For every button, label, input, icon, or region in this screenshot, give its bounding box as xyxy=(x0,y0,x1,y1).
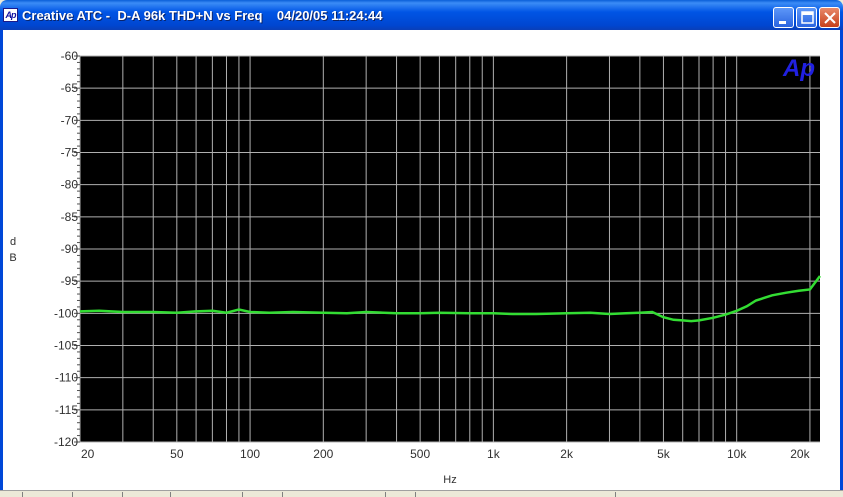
status-segment xyxy=(72,492,73,497)
x-axis-label: Hz xyxy=(443,474,456,486)
status-segment xyxy=(170,492,171,497)
y-tick-label: -80 xyxy=(61,178,79,192)
x-tick-label: 200 xyxy=(313,447,333,461)
y-axis-label-d: d xyxy=(10,236,16,248)
maximize-icon xyxy=(801,11,814,24)
ap-logo: Ap xyxy=(782,55,815,82)
close-icon xyxy=(824,12,836,24)
y-tick-label: -120 xyxy=(54,435,78,449)
x-tick-label: 10k xyxy=(727,447,747,461)
y-tick-label: -60 xyxy=(61,49,79,63)
app-icon[interactable]: Ap xyxy=(3,8,18,22)
y-tick-label: -115 xyxy=(55,403,78,417)
status-segment xyxy=(242,492,243,497)
status-segment xyxy=(122,492,123,497)
y-axis-label-b: B xyxy=(9,252,16,264)
thd-n-chart: -60 -65 -70 -75 -80 -85 -90 -95 -100 -105 -110 -115… xyxy=(9,49,822,486)
y-tick-labels: -60 -65 -70 -75 -80 -85 -90 -95 -100 -105 -110 -115… xyxy=(54,49,78,449)
y-tick-label: -70 xyxy=(61,113,79,127)
window-title: Creative ATC - D-A 96k THD+N vs Freq 04/… xyxy=(22,8,383,23)
y-tick-label: -95 xyxy=(61,274,79,288)
status-segment xyxy=(615,492,616,497)
plot-window: -60 -65 -70 -75 -80 -85 -90 -95 -100 -105 -110 -115… xyxy=(0,30,843,490)
close-button[interactable] xyxy=(819,7,840,28)
status-segment xyxy=(385,492,386,497)
y-tick-label: -110 xyxy=(55,371,78,385)
minimize-icon xyxy=(779,21,786,24)
status-segment xyxy=(415,492,416,497)
status-segment xyxy=(22,492,23,497)
y-tick-label: -75 xyxy=(61,146,79,160)
y-tick-label: -65 xyxy=(61,81,79,95)
x-tick-label: 20 xyxy=(81,447,95,461)
x-tick-label: 20k xyxy=(790,447,810,461)
y-tick-label: -100 xyxy=(54,306,78,320)
x-tick-label: 2k xyxy=(560,447,574,461)
x-tick-label: 1k xyxy=(487,447,501,461)
x-tick-label: 500 xyxy=(410,447,430,461)
status-segment xyxy=(282,492,283,497)
y-tick-label: -105 xyxy=(54,339,78,353)
maximize-button[interactable] xyxy=(796,7,817,28)
x-tick-label: 100 xyxy=(240,447,260,461)
status-bar xyxy=(0,490,843,497)
y-tick-label: -90 xyxy=(61,242,79,256)
y-tick-label: -85 xyxy=(61,210,79,224)
x-tick-label: 5k xyxy=(657,447,671,461)
x-tick-labels: 20 50 100 200 500 1k 2k 5k 10k 20k xyxy=(81,447,811,461)
minimize-button[interactable] xyxy=(773,7,794,28)
x-tick-label: 50 xyxy=(170,447,184,461)
title-bar[interactable]: Ap Creative ATC - D-A 96k THD+N vs Freq … xyxy=(0,0,843,30)
